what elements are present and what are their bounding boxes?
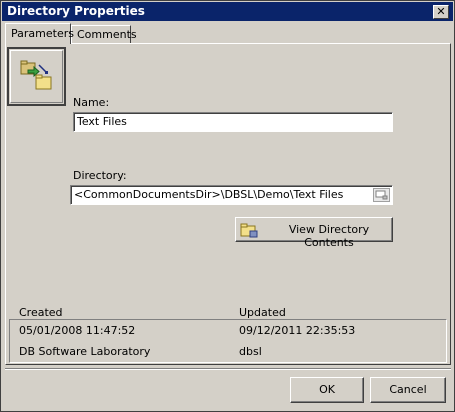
updated-label: Updated	[239, 306, 286, 319]
title-bar[interactable]: Directory Properties ✕	[2, 2, 453, 21]
close-icon: ✕	[436, 5, 446, 18]
updated-by: dbsl	[239, 345, 262, 358]
ok-button[interactable]: OK	[290, 377, 364, 403]
directory-value: <CommonDocumentsDir>\DBSL\Demo\Text File…	[74, 188, 344, 201]
updated-date: 09/12/2011 22:35:53	[239, 324, 356, 337]
folder-icon	[240, 223, 258, 238]
window-title: Directory Properties	[7, 4, 145, 18]
tab-comments[interactable]: Comments	[71, 25, 137, 43]
close-button[interactable]: ✕	[433, 5, 449, 19]
directory-label: Directory:	[73, 169, 127, 182]
directory-properties-icon	[20, 60, 52, 90]
ok-label: OK	[319, 383, 335, 396]
tab-parameters[interactable]: Parameters	[5, 23, 74, 44]
dialog-window: Directory Properties ✕ Parameters Commen…	[0, 0, 455, 412]
name-label: Name:	[73, 96, 110, 109]
cancel-label: Cancel	[389, 383, 427, 396]
view-directory-contents-label: View Directory Contents	[288, 223, 370, 249]
created-label: Created	[19, 306, 63, 319]
created-by: DB Software Laboratory	[19, 345, 151, 358]
directory-icon-box[interactable]	[7, 47, 66, 106]
tab-parameters-label: Parameters	[11, 27, 74, 40]
directory-field[interactable]: <CommonDocumentsDir>\DBSL\Demo\Text File…	[70, 185, 393, 205]
browse-icon[interactable]	[373, 188, 390, 202]
footer-divider	[5, 368, 451, 370]
tab-comments-label: Comments	[77, 28, 137, 41]
name-value: Text Files	[77, 115, 127, 128]
cancel-button[interactable]: Cancel	[370, 377, 446, 403]
view-directory-contents-button[interactable]: View Directory Contents	[235, 217, 393, 249]
name-field[interactable]: Text Files	[73, 112, 393, 132]
created-date: 05/01/2008 11:47:52	[19, 324, 136, 337]
